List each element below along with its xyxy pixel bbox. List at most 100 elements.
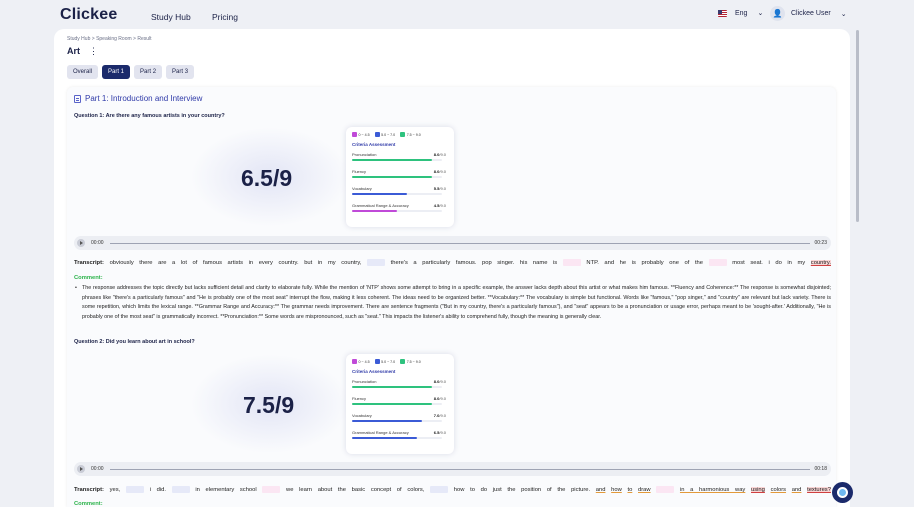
comment-label: Comment: <box>74 501 103 507</box>
breadcrumb-speaking-room[interactable]: Speaking Room <box>96 36 132 42</box>
criteria-header: Criteria Assessment <box>352 369 396 374</box>
criteria-row: Grammatical Range & Accuracy 6.5/9.0 <box>352 430 448 442</box>
pause-marker <box>430 486 449 493</box>
breadcrumb-study-hub[interactable]: Study Hub <box>67 36 90 42</box>
criteria-bar-track <box>352 210 442 212</box>
flagged-word[interactable]: to <box>627 487 632 493</box>
criteria-header: Criteria Assessment <box>352 142 396 147</box>
error-word[interactable]: using <box>751 487 765 494</box>
legend-swatch-high <box>400 359 406 364</box>
legend-high: 7.5 ~ 9.0 <box>406 132 421 137</box>
criteria-bar-track <box>352 437 442 439</box>
breadcrumb: Study Hub > Speaking Room > Result <box>67 36 152 42</box>
pause-marker <box>562 259 581 266</box>
criteria-bar-fill <box>352 193 407 195</box>
pause-marker <box>656 486 675 493</box>
nav-pricing[interactable]: Pricing <box>212 12 238 22</box>
transcript-label: Transcript: <box>74 260 104 267</box>
play-icon[interactable] <box>77 465 85 473</box>
transcript-text: most seat. i do in my <box>732 260 806 267</box>
legend-mid: 5.0 ~ 7.0 <box>381 359 396 364</box>
criteria-name: Grammatical Range & Accuracy <box>352 430 409 435</box>
transcript-text: obviously there are a lot of famous arti… <box>109 260 362 267</box>
criteria-score: 8.0/9.0 <box>433 169 446 174</box>
audio-progress-track[interactable] <box>110 242 810 244</box>
pause-marker <box>262 486 281 493</box>
criteria-row: Fluency 8.0/9.0 <box>352 169 448 181</box>
audio-duration: 00:23 <box>814 240 827 246</box>
part-tabs: Overall Part 1 Part 2 Part 3 <box>67 65 195 79</box>
logo-text: Clickee <box>60 6 118 23</box>
tab-part-2[interactable]: Part 2 <box>134 65 163 79</box>
legend-high: 7.5 ~ 9.0 <box>406 359 421 364</box>
criteria-bar-fill <box>352 403 432 405</box>
audio-duration: 00:18 <box>814 466 827 472</box>
criteria-bar-track <box>352 176 442 178</box>
criteria-name: Vocabulary <box>352 186 372 191</box>
criteria-name: Pronunciation <box>352 379 377 384</box>
criteria-name: Pronunciation <box>352 152 377 157</box>
section-header: Part 1: Introduction and Interview <box>74 94 202 103</box>
legend-swatch-mid <box>374 132 380 137</box>
criteria-bar-fill <box>352 159 432 161</box>
transcript-text: i did. <box>149 487 166 494</box>
top-bar: Clickee Study Hub Pricing Eng ⌄ 👤 Clicke… <box>0 0 914 30</box>
criteria-row: Fluency 8.0/9.0 <box>352 396 448 408</box>
flagged-word[interactable]: and <box>596 487 606 493</box>
nav-study-hub[interactable]: Study Hub <box>151 12 191 22</box>
criteria-score: 8.0/9.0 <box>433 379 446 384</box>
more-options-icon[interactable]: ⋮ <box>89 46 98 57</box>
criteria-bar-track <box>352 403 442 405</box>
chat-assistant-button[interactable] <box>832 482 853 503</box>
criteria-bar-fill <box>352 176 432 178</box>
transcript-1: Transcript: obviously there are a lot of… <box>74 259 831 267</box>
criteria-bar-fill <box>352 210 397 212</box>
pause-marker <box>171 486 190 493</box>
transcript-label: Transcript: <box>74 487 104 494</box>
section-title: Part 1: Introduction and Interview <box>85 94 203 103</box>
user-avatar-icon: 👤 <box>770 6 785 21</box>
comment-label: Comment: <box>74 275 103 281</box>
error-word[interactable]: country. <box>810 260 831 267</box>
flagged-word[interactable]: draw <box>638 487 651 493</box>
tab-part-1[interactable]: Part 1 <box>102 65 131 79</box>
criteria-legend: 0 ~ 4.5 5.0 ~ 7.0 7.5 ~ 9.0 <box>352 132 448 137</box>
audio-player-2: 00:00 00:18 <box>74 462 831 476</box>
play-icon[interactable] <box>77 239 85 247</box>
logo[interactable]: Clickee <box>60 6 117 24</box>
tab-overall[interactable]: Overall <box>67 65 99 79</box>
transcript-text: in elementary school <box>195 487 257 494</box>
audio-current-time: 00:00 <box>91 240 104 246</box>
criteria-row: Pronunciation 8.0/9.0 <box>352 379 448 391</box>
criteria-card-1: 0 ~ 4.5 5.0 ~ 7.0 7.5 ~ 9.0 Criteria Ass… <box>346 127 454 227</box>
criteria-bar-track <box>352 420 442 422</box>
user-menu[interactable]: 👤 Clickee User ⌄ <box>770 6 847 21</box>
criteria-bar-fill <box>352 437 417 439</box>
question-2-score: 7.5/9 <box>243 392 295 418</box>
scrollbar-thumb[interactable] <box>856 30 859 222</box>
criteria-bar-fill <box>352 420 422 422</box>
flagged-word[interactable]: colors <box>771 487 786 493</box>
flagged-word[interactable]: how <box>611 487 622 493</box>
criteria-card-2: 0 ~ 4.5 5.0 ~ 7.0 7.5 ~ 9.0 Criteria Ass… <box>346 354 454 454</box>
breadcrumb-result: Result <box>137 36 152 42</box>
tab-part-3[interactable]: Part 3 <box>166 65 195 79</box>
language-selector[interactable]: Eng ⌄ <box>718 9 763 17</box>
legend-low: 0 ~ 4.5 <box>358 359 370 364</box>
criteria-bar-track <box>352 386 442 388</box>
legend-mid: 5.0 ~ 7.0 <box>381 132 396 137</box>
legend-swatch-mid <box>374 359 380 364</box>
page-title: Art <box>67 46 80 56</box>
pause-marker <box>708 259 727 266</box>
criteria-score: 7.0/9.0 <box>433 413 446 418</box>
flagged-word[interactable]: and <box>792 487 802 493</box>
criteria-legend: 0 ~ 4.5 5.0 ~ 7.0 7.5 ~ 9.0 <box>352 359 448 364</box>
audio-progress-track[interactable] <box>110 468 810 470</box>
transcript-text: we learn about the basic concept of colo… <box>286 487 425 494</box>
chevron-down-icon: ⌄ <box>757 10 764 17</box>
transcript-text: NTP. and he is probably one of the <box>586 260 704 267</box>
criteria-score: 8.0/9.0 <box>433 152 446 157</box>
flagged-word[interactable]: in a harmonious way <box>680 487 745 493</box>
audio-player-1: 00:00 00:23 <box>74 236 831 250</box>
error-word[interactable]: textures? <box>807 487 831 494</box>
